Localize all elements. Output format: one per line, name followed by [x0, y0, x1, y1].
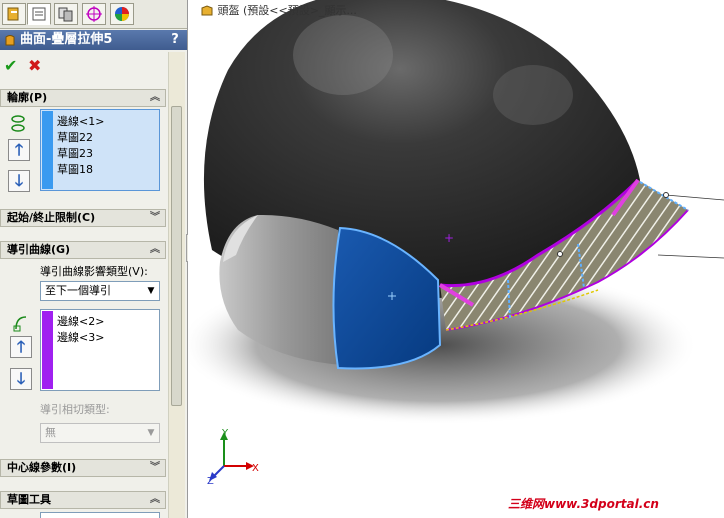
feature-title-bar: 曲面-疊層拉伸5 ?	[0, 30, 187, 50]
guide-color-bar	[42, 311, 53, 389]
section-title: 起始/終止限制(C)	[7, 211, 96, 224]
page-title: 曲面-疊層拉伸5	[20, 32, 113, 47]
section-title: 輪廓(P)	[7, 91, 48, 104]
expand-chevron-icon: ︾	[150, 212, 160, 223]
configuration-icon	[58, 7, 73, 22]
section-guides-header[interactable]: 導引曲線(G) ︽	[0, 241, 166, 259]
profile-icon	[11, 115, 25, 132]
expand-chevron-icon: ︾	[150, 462, 160, 473]
collapse-chevron-icon: ︽	[150, 92, 160, 103]
tab-property-manager[interactable]	[27, 3, 51, 25]
graphics-area[interactable]: +	[188, 0, 724, 518]
collapse-chevron-icon: ︽	[150, 244, 160, 255]
panel-scrollbar[interactable]	[168, 52, 185, 518]
dropdown-arrow-icon: ▼	[147, 428, 155, 438]
section-start-end-header[interactable]: 起始/終止限制(C) ︾	[0, 209, 166, 227]
guide-influence-select[interactable]: 至下一個導引 ▼	[40, 281, 160, 301]
guide-influence-label: 導引曲線影響類型(V):	[40, 265, 148, 278]
profile-list[interactable]: 邊線<1> 草圖22 草圖23 草圖18	[40, 109, 160, 191]
move-up-button[interactable]: 🡑	[8, 139, 30, 161]
manager-tabs	[0, 0, 187, 29]
guide-tangency-label: 導引相切類型:	[40, 403, 110, 416]
scrollbar-thumb[interactable]	[171, 106, 182, 406]
tab-display-manager[interactable]	[110, 3, 134, 25]
guide-curve-list[interactable]: 邊線<2> 邊線<3>	[40, 309, 160, 391]
section-title: 中心線參數(I)	[7, 461, 77, 474]
watermark: 三维网www.3dportal.cn	[508, 497, 659, 511]
select-value: 至下一個導引	[45, 284, 111, 297]
feature-tree-icon	[7, 7, 19, 21]
move-down-button[interactable]: 🡓	[8, 170, 30, 192]
list-item[interactable]: 邊線<3>	[57, 329, 104, 345]
move-down-button[interactable]: 🡓	[10, 368, 32, 390]
crosshair-icon	[86, 6, 102, 22]
loft-surface-icon	[5, 35, 15, 46]
collapse-chevron-icon: ︽	[150, 494, 160, 505]
tab-feature-manager[interactable]	[2, 3, 26, 25]
color-wheel-icon	[115, 7, 129, 21]
help-button[interactable]: ?	[167, 31, 183, 48]
guide-tangency-select[interactable]: 無 ▼	[40, 423, 160, 443]
section-profile-header[interactable]: 輪廓(P) ︽	[0, 89, 166, 107]
list-item[interactable]: 草圖23	[57, 145, 93, 161]
svg-text:+: +	[444, 231, 454, 245]
list-item[interactable]: 草圖18	[57, 161, 93, 177]
tab-configuration-manager[interactable]	[54, 3, 78, 25]
cancel-button[interactable]: ✖	[28, 56, 41, 75]
list-item[interactable]: 邊線<1>	[57, 113, 104, 129]
guide-curve-icon	[13, 316, 27, 332]
section-title: 草圖工具	[7, 493, 51, 506]
property-manager: 曲面-疊層拉伸5 ? ✔ ✖ 輪廓(P) ︽ 🡑 🡓 邊線<1> 草圖22 草圖…	[0, 0, 188, 518]
list-item[interactable]: 草圖22	[57, 129, 93, 145]
move-up-button[interactable]: 🡑	[10, 336, 32, 358]
ok-button[interactable]: ✔	[4, 56, 17, 75]
section-sketch-tools-header[interactable]: 草圖工具 ︽	[0, 491, 166, 509]
list-item[interactable]: 邊線<2>	[57, 313, 104, 329]
profile-color-bar	[42, 111, 53, 189]
breadcrumb-text: 頭盔 (預設<<預設>_顯示...	[217, 4, 357, 17]
axis-label-z: Z	[207, 476, 214, 487]
section-title: 導引曲線(G)	[7, 243, 71, 256]
axis-label-x: X	[252, 463, 259, 474]
dropdown-arrow-icon: ▼	[147, 286, 155, 296]
select-value: 無	[45, 426, 56, 439]
property-icon	[32, 7, 46, 21]
breadcrumb[interactable]: 頭盔 (預設<<預設>_顯示...	[200, 2, 357, 18]
section-centerline-header[interactable]: 中心線參數(I) ︾	[0, 459, 166, 477]
axis-label-y: Y	[222, 428, 229, 439]
helmet-model: +	[188, 0, 724, 481]
part-icon	[201, 5, 213, 16]
tab-dimxpert[interactable]	[82, 3, 106, 25]
sketch-tools-box	[40, 512, 160, 518]
